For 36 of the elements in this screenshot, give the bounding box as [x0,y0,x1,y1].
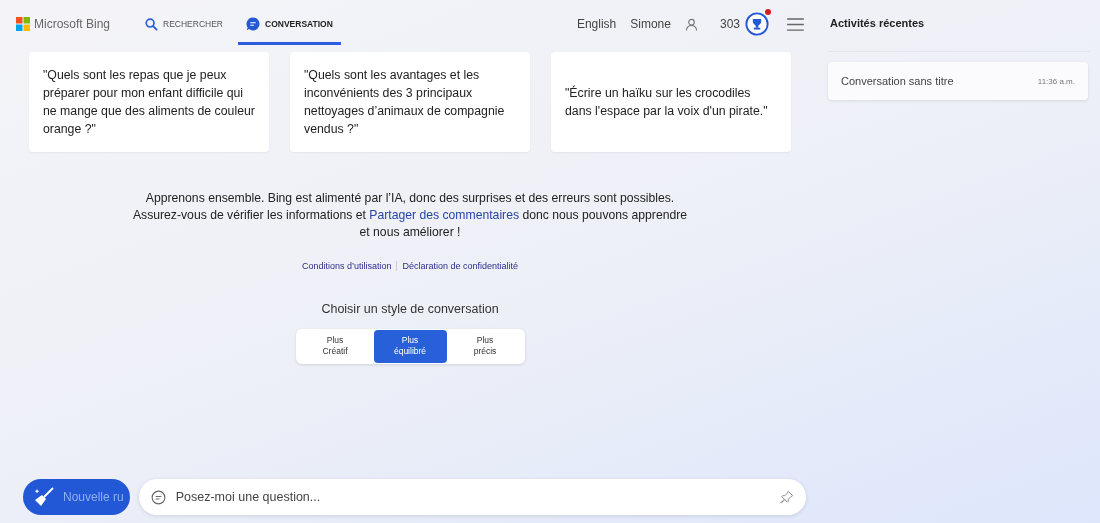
points-count[interactable]: 303 [719,17,740,31]
style-option[interactable]: Plus équilibré [373,330,447,363]
logo-text: Microsoft Bing [34,17,111,31]
search-icon [145,17,159,31]
style-option[interactable]: Plus Créatif [298,330,372,363]
disclaimer-text: Apprenons ensemble. Bing est alimenté par l’IA, donc des surprises et des erreurs sont possibles. Assurez-vous de vérifier les informations et Partager des commentaires donc nous pouvons apprendre et nous améliorer ! [131,190,689,241]
style-option[interactable]: Plus précis [448,330,522,363]
question-field[interactable]: Posez-moi une question... [173,489,780,505]
language-link[interactable]: English [576,17,617,31]
bing-logo[interactable]: Microsoft Bing [16,17,111,31]
suggestion-card[interactable]: "Quels sont les repas que je peux préparer pour mon enfant difficile qui ne mange que des aliments de couleur orange ?" [29,52,269,152]
suggestion-text: "Écrire un haïku sur les crocodiles dans l'espace par la voix d'un pirate." [565,84,769,120]
legal-link[interactable]: Déclaration de confidentialité [396,261,524,271]
user-name[interactable]: Simone [630,17,671,31]
person-icon[interactable] [684,17,698,31]
windows-logo-icon [16,17,30,31]
conversation-title: Conversation sans titre [841,75,954,87]
nav-tab[interactable]: RECHERCHER [138,6,230,45]
trophy-icon[interactable] [745,12,769,36]
feedback-link[interactable]: Partager des commentaires [369,208,520,222]
sidebar-title: Activités récentes [830,17,926,29]
chat-bubble-icon [246,17,260,31]
recent-conversation[interactable]: Conversation sans titre 11:36 a.m. [828,62,1088,100]
chat-bubble-icon [150,489,166,505]
legal-link[interactable]: Conditions d’utilisation [296,261,397,271]
nav-tab[interactable]: CONVERSATION [238,6,341,45]
suggestion-card[interactable]: "Quels sont les avantages et les inconvénients des 3 principaux nettoyages d’animaux de compagnie vendus ?" [290,52,530,152]
menu-icon[interactable] [787,17,804,31]
suggestion-text: "Quels sont les repas que je peux préparer pour mon enfant difficile qui ne mange que des aliments de couleur orange ?" [43,67,255,138]
conversation-time: 11:36 a.m. [1037,76,1075,86]
suggestion-text: "Quels sont les avantages et les inconvénients des 3 principaux nettoyages d’animaux de compagnie vendus ?" [304,67,506,138]
suggestion-card[interactable]: "Écrire un haïku sur les crocodiles dans l'espace par la voix d'un pirate." [551,52,791,152]
broom-icon [33,486,55,508]
pin-icon[interactable] [780,490,794,504]
question-box[interactable]: Posez-moi une question... [138,479,806,515]
style-picker-title: Choisir un style de conversation [321,302,499,316]
